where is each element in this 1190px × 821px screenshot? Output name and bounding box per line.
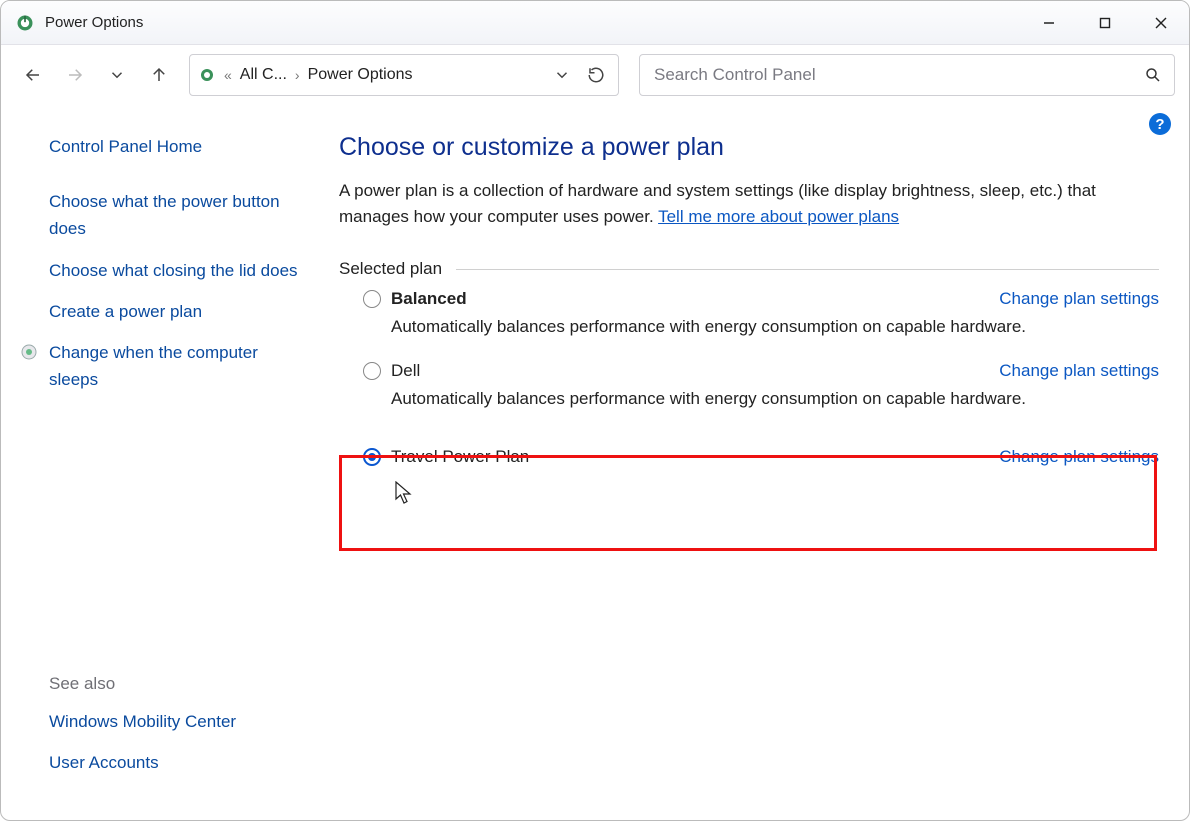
back-button[interactable] — [15, 57, 51, 93]
power-options-icon — [198, 66, 216, 84]
sidebar-link-change-sleep[interactable]: Change when the computer sleeps — [49, 339, 301, 393]
sidebar-link-create-plan[interactable]: Create a power plan — [49, 298, 301, 325]
plan-radio-balanced[interactable] — [363, 290, 381, 308]
page-heading: Choose or customize a power plan — [339, 133, 1159, 162]
learn-more-link[interactable]: Tell me more about power plans — [658, 207, 899, 226]
chevron-down-icon[interactable] — [548, 61, 576, 89]
maximize-button[interactable] — [1077, 1, 1133, 45]
see-also-user-accounts[interactable]: User Accounts — [49, 749, 301, 776]
cursor-icon — [395, 481, 413, 505]
change-plan-settings-link[interactable]: Change plan settings — [999, 447, 1159, 467]
recent-locations-button[interactable] — [99, 57, 135, 93]
plan-radio-travel[interactable] — [363, 448, 381, 466]
page-description: A power plan is a collection of hardware… — [339, 178, 1159, 229]
plan-name: Dell — [391, 361, 420, 381]
main-content: Choose or customize a power plan A power… — [321, 105, 1189, 820]
plan-name: Balanced — [391, 289, 467, 309]
toolbar: « All C... › Power Options — [1, 45, 1189, 105]
see-also-label: See also — [49, 674, 301, 694]
plan-description: Automatically balances performance with … — [391, 389, 1159, 409]
plan-dell: Dell Change plan settings Automatically … — [363, 361, 1159, 409]
sidebar-link-power-button[interactable]: Choose what the power button does — [49, 188, 301, 242]
search-icon[interactable] — [1144, 66, 1162, 84]
window-controls — [1021, 1, 1189, 45]
change-plan-settings-link[interactable]: Change plan settings — [999, 361, 1159, 381]
sidebar-link-closing-lid[interactable]: Choose what closing the lid does — [49, 257, 301, 284]
titlebar: Power Options — [1, 1, 1189, 45]
search-input[interactable] — [652, 64, 1144, 86]
breadcrumb-separator: « — [222, 67, 234, 83]
window: Power Options — [0, 0, 1190, 821]
change-plan-settings-link[interactable]: Change plan settings — [999, 289, 1159, 309]
plan-description: Automatically balances performance with … — [391, 317, 1159, 337]
see-also-mobility-center[interactable]: Windows Mobility Center — [49, 708, 301, 735]
close-button[interactable] — [1133, 1, 1189, 45]
divider — [456, 269, 1159, 270]
chevron-right-icon[interactable]: › — [293, 67, 302, 83]
search-box[interactable] — [639, 54, 1175, 96]
plan-travel: Travel Power Plan Change plan settings — [363, 433, 1159, 515]
refresh-button[interactable] — [582, 61, 610, 89]
sidebar: Control Panel Home Choose what the power… — [1, 105, 321, 820]
breadcrumb-item[interactable]: All C... — [240, 66, 287, 84]
plan-balanced: Balanced Change plan settings Automatica… — [363, 289, 1159, 337]
current-page-indicator-icon — [21, 344, 37, 360]
plan-name: Travel Power Plan — [391, 447, 529, 467]
selected-plan-label: Selected plan — [339, 259, 442, 279]
body: Control Panel Home Choose what the power… — [1, 105, 1189, 820]
plan-radio-dell[interactable] — [363, 362, 381, 380]
control-panel-home-link[interactable]: Control Panel Home — [49, 133, 301, 160]
address-bar[interactable]: « All C... › Power Options — [189, 54, 619, 96]
breadcrumb-item[interactable]: Power Options — [308, 66, 413, 84]
window-title: Power Options — [45, 14, 143, 31]
forward-button[interactable] — [57, 57, 93, 93]
power-options-icon — [15, 13, 35, 33]
minimize-button[interactable] — [1021, 1, 1077, 45]
up-button[interactable] — [141, 57, 177, 93]
selected-plan-group: Selected plan — [339, 259, 1159, 279]
